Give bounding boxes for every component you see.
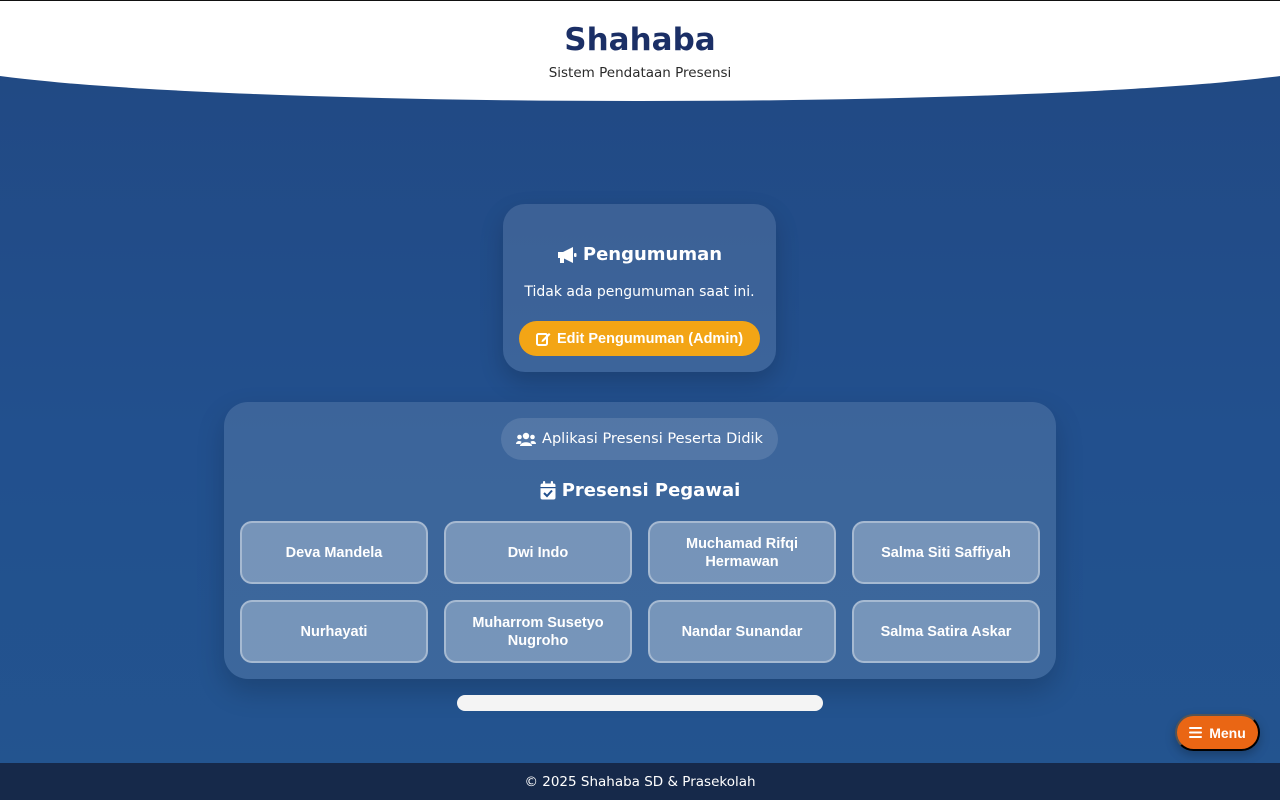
- window-top-border: [0, 0, 1280, 1]
- staff-attendance-title: Presensi Pegawai: [561, 480, 741, 501]
- brand-title: Shahaba: [564, 22, 716, 58]
- staff-button[interactable]: Salma Siti Saffiyah: [852, 521, 1040, 584]
- edit-icon: [535, 331, 551, 346]
- edit-announcement-button[interactable]: Edit Pengumuman (Admin): [519, 321, 760, 356]
- menu-label: Menu: [1209, 724, 1246, 741]
- calendar-check-icon: [540, 481, 556, 500]
- users-icon: [516, 432, 537, 447]
- staff-button[interactable]: Dwi Indo: [444, 521, 632, 584]
- footer-text: © 2025 Shahaba SD & Prasekolah: [524, 773, 756, 790]
- staff-list: Deva Mandela Dwi Indo Muchamad Rifqi Her…: [240, 521, 1040, 663]
- brand-tagline: Sistem Pendataan Presensi: [548, 65, 732, 81]
- staff-button[interactable]: Muchamad Rifqi Hermawan: [648, 521, 836, 584]
- announcement-title: Pengumuman: [582, 244, 723, 265]
- announcement-card: Pengumuman Tidak ada pengumuman saat ini…: [503, 204, 776, 372]
- staff-button[interactable]: Salma Satira Askar: [852, 600, 1040, 663]
- menu-button[interactable]: Menu: [1175, 714, 1260, 751]
- student-app-link[interactable]: Aplikasi Presensi Peserta Didik: [501, 418, 778, 460]
- announcement-heading: Pengumuman: [503, 244, 776, 265]
- staff-button[interactable]: Nandar Sunandar: [648, 600, 836, 663]
- attendance-panel: Aplikasi Presensi Peserta Didik Presensi…: [224, 402, 1056, 679]
- announcement-text: Tidak ada pengumuman saat ini.: [524, 284, 755, 300]
- page-footer: © 2025 Shahaba SD & Prasekolah: [0, 763, 1280, 800]
- staff-button[interactable]: Muharrom Susetyo Nugroho: [444, 600, 632, 663]
- staff-button[interactable]: Nurhayati: [240, 600, 428, 663]
- hamburger-icon: [1189, 727, 1203, 738]
- staff-button[interactable]: Deva Mandela: [240, 521, 428, 584]
- staff-attendance-heading: Presensi Pegawai: [224, 480, 1056, 501]
- edit-announcement-label: Edit Pengumuman (Admin): [556, 330, 744, 347]
- student-app-label: Aplikasi Presensi Peserta Didik: [542, 431, 763, 447]
- megaphone-icon: [557, 246, 577, 264]
- horizontal-scrollbar[interactable]: [457, 695, 823, 711]
